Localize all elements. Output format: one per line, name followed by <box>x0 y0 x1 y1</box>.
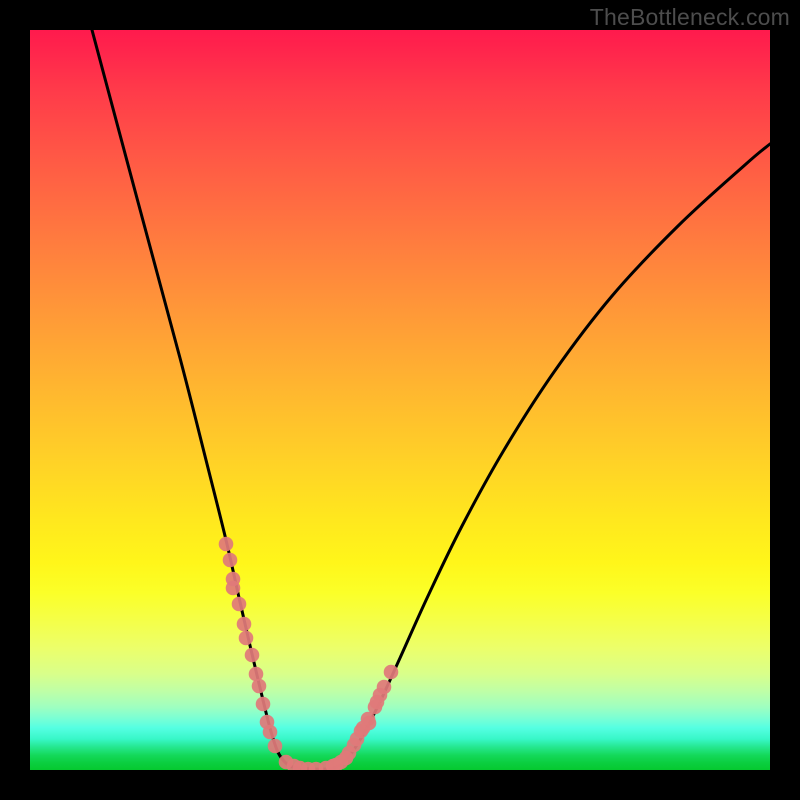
data-point <box>354 724 369 739</box>
data-point <box>377 680 392 695</box>
curve-path <box>92 30 770 769</box>
plot-area <box>30 30 770 770</box>
site-credit: TheBottleneck.com <box>590 4 790 31</box>
data-point <box>219 537 234 552</box>
plot-svg <box>30 30 770 770</box>
data-point <box>252 679 267 694</box>
data-point <box>232 597 247 612</box>
bottleneck-curve <box>92 30 770 769</box>
data-point <box>384 665 399 680</box>
data-point <box>256 697 271 712</box>
data-point <box>370 695 385 710</box>
data-point <box>226 581 241 596</box>
chart-frame: TheBottleneck.com <box>0 0 800 800</box>
data-point <box>245 648 260 663</box>
data-point <box>268 739 283 754</box>
data-point <box>263 725 278 740</box>
data-point <box>223 553 238 568</box>
data-point <box>239 631 254 646</box>
data-point <box>237 617 252 632</box>
data-point-group <box>219 537 399 770</box>
